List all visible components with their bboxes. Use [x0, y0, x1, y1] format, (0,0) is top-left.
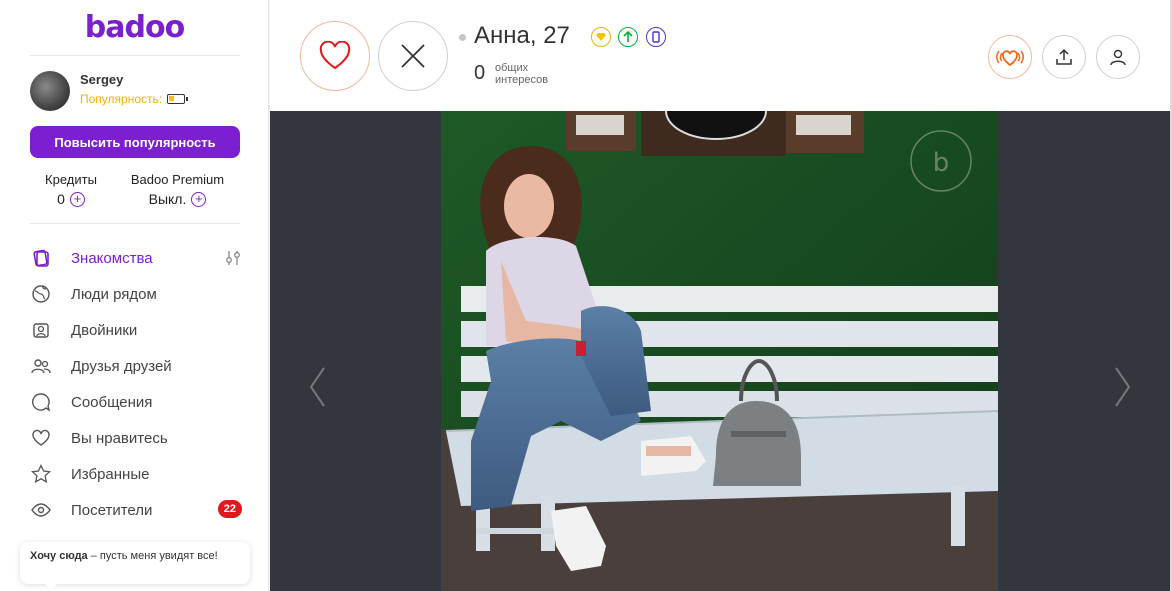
chevron-left-icon[interactable]: [308, 366, 328, 408]
sidebar-item-label: Друзья друзей: [71, 357, 172, 375]
premium-value: Выкл.: [148, 191, 187, 207]
sidebar-item-people-nearby[interactable]: Люди рядом: [30, 276, 242, 312]
svg-text:b: b: [933, 148, 950, 178]
common-interests-count: 0: [474, 62, 486, 84]
user-icon: [1110, 49, 1126, 66]
cards-icon: [30, 247, 52, 269]
popularity-label: Популярность:: [80, 92, 163, 106]
badoo-logo[interactable]: badoo: [0, 10, 269, 45]
sidebar-item-label: Знакомства: [71, 249, 153, 267]
sidebar-item-label: Вы нравитесь: [71, 429, 168, 447]
close-icon: [401, 44, 425, 68]
arrow-up-icon[interactable]: [618, 27, 638, 47]
popularity-row[interactable]: Популярность:: [80, 92, 189, 106]
visitors-count-badge: 22: [217, 500, 242, 518]
share-icon: [1056, 48, 1072, 65]
share-button[interactable]: [1042, 35, 1086, 79]
sidebar-item-friends-of-friends[interactable]: Друзья друзей: [30, 348, 242, 384]
lookalikes-icon: [30, 319, 52, 341]
user-name[interactable]: Sergey: [80, 72, 185, 87]
pass-button[interactable]: [378, 21, 448, 91]
add-premium-icon[interactable]: +: [191, 191, 207, 207]
eye-icon: [30, 499, 52, 521]
common-interests-label: общих интересов: [495, 62, 549, 86]
sidebar-item-label: Двойники: [71, 321, 138, 339]
avatar[interactable]: [30, 71, 70, 111]
profile-photo[interactable]: b: [441, 111, 998, 591]
premium-label: Badoo Premium: [130, 172, 225, 187]
sidebar-item-label: Избранные: [71, 465, 150, 483]
divider: [30, 223, 240, 224]
photo-viewer: b: [270, 111, 1170, 591]
friends-icon: [30, 355, 52, 377]
sidebar-item-messages[interactable]: Сообщения: [30, 384, 242, 420]
sidebar-item-encounters[interactable]: Знакомства: [30, 240, 242, 276]
heart-icon: [319, 41, 351, 70]
tooltip-text: – пусть меня увидят все!: [87, 550, 218, 562]
diamond-icon[interactable]: [591, 27, 611, 47]
premium-block[interactable]: Badoo Premium Выкл. +: [120, 172, 235, 207]
profile-name-age: Анна, 27: [474, 22, 570, 49]
photo-illustration: b: [441, 111, 998, 591]
like-button[interactable]: [300, 21, 370, 91]
star-icon: [30, 463, 52, 485]
sidebar-item-label: Сообщения: [71, 393, 153, 411]
credits-label: Кредиты: [45, 172, 97, 187]
chevron-right-icon[interactable]: [1112, 366, 1132, 408]
sidebar-item-visitors[interactable]: Посетители 22: [30, 492, 242, 528]
credits-value: 0: [57, 191, 65, 207]
sidebar-item-label: Посетители: [71, 501, 153, 519]
online-status-dot: [459, 34, 466, 41]
add-credits-icon[interactable]: +: [69, 191, 85, 207]
boost-popularity-button[interactable]: Повысить популярность: [30, 126, 240, 158]
filter-sliders-icon[interactable]: [224, 249, 242, 267]
user-profile[interactable]: Sergey Популярность:: [30, 71, 189, 111]
crush-heart-icon: [996, 50, 1024, 67]
heart-icon: [30, 427, 52, 449]
globe-icon: [30, 283, 52, 305]
battery-icon: [167, 94, 189, 104]
sidebar-item-likes[interactable]: Вы нравитесь: [30, 420, 242, 456]
sidebar: badoo Sergey Популярность: Повысить попу…: [0, 0, 269, 591]
spotlight-tooltip[interactable]: Хочу сюда – пусть меня увидят все!: [20, 542, 250, 590]
divider: [30, 55, 240, 56]
sidebar-item-favorites[interactable]: Избранные: [30, 456, 242, 492]
chat-icon: [30, 391, 52, 413]
phone-verified-icon[interactable]: [646, 27, 666, 47]
sidebar-nav: Знакомства Люди рядом Двойники Друзья др…: [30, 240, 242, 528]
tooltip-title: Хочу сюда: [30, 550, 88, 562]
sidebar-item-lookalikes[interactable]: Двойники: [30, 312, 242, 348]
profile-header: Анна, 27 0 общих интересов: [270, 0, 1170, 111]
credits-block[interactable]: Кредиты 0 +: [35, 172, 107, 207]
sidebar-item-label: Люди рядом: [71, 285, 157, 303]
profile-button[interactable]: [1096, 35, 1140, 79]
crush-button[interactable]: [988, 35, 1032, 79]
